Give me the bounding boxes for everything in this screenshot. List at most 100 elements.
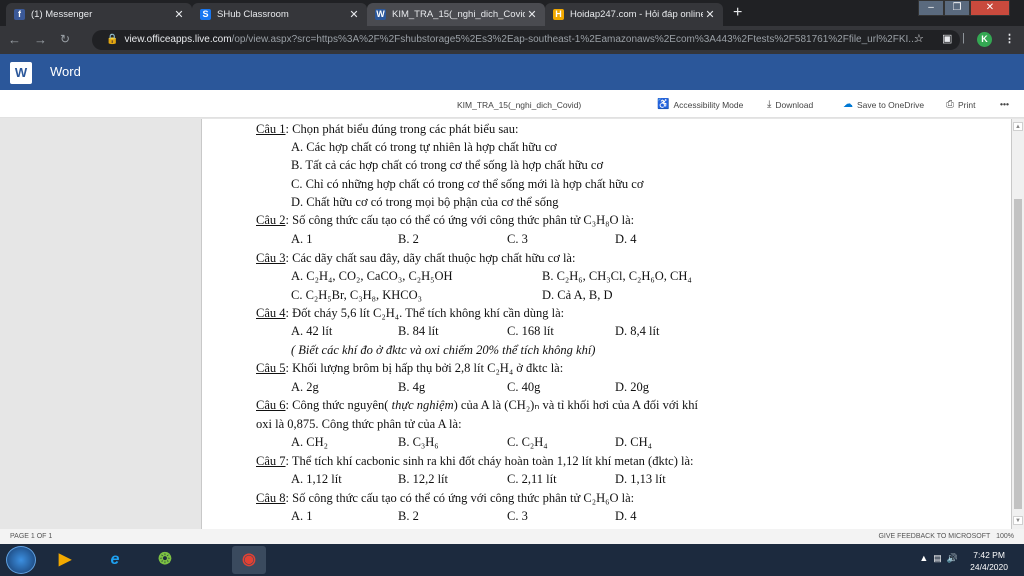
word-header-bar: W Word [0,54,1024,90]
answer-option: C. C₂H₄ [507,435,548,449]
status-bar: PAGE 1 OF 1 GIVE FEEDBACK TO MICROSOFT 1… [0,529,1024,544]
answer-option: A. 1,12 lít [291,472,342,486]
close-tab-icon[interactable]: ✕ [172,8,186,21]
start-button-icon[interactable] [6,546,36,574]
coccoc-icon[interactable]: ❂ [148,546,182,574]
minimize-icon[interactable]: – [918,0,944,16]
word-icon: W [375,9,386,20]
tab-hoidap247[interactable]: H Hoidap247.com - Hỏi đáp online ✕ [545,3,723,26]
chrome-icon[interactable]: ◉ [232,546,266,574]
show-hidden-icons-icon[interactable]: ▲ [919,553,928,563]
document-toolbar: KIM_TRA_15(_nghi_dich_Covid) ♿ Accessibil… [0,90,1024,118]
system-tray: ▲ ▤ 🔊 [919,553,958,564]
printer-icon: ⎙ [946,99,954,110]
back-icon[interactable]: ← [8,32,21,47]
profile-avatar[interactable]: K [977,32,992,47]
question-4-note: ( Biết các khí đo ở đktc và oxi chiếm 20… [291,343,596,357]
windows-taskbar: ▶ e ❂ ◉ ▲ ▤ 🔊 7:42 PM 24/4/2020 [0,544,1024,576]
answer-option: B. 2 [398,509,419,523]
accessibility-icon: ♿ [657,99,670,110]
system-clock[interactable]: 7:42 PM 24/4/2020 [970,549,1008,573]
browser-tab-strip: f (1) Messenger ✕ S SHub Classroom ✕ W K… [0,0,1024,26]
answer-option: D. 8,4 lít [615,324,660,338]
app-name[interactable]: Word [50,64,81,79]
answer-option: C. 3 [507,509,528,523]
answer-option: B. C₂H₆, CH₃Cl, C₂H₆O, CH₄ [542,269,692,283]
close-tab-icon[interactable]: ✕ [703,8,717,21]
scroll-down-icon[interactable]: ▼ [1013,516,1023,525]
status-right: GIVE FEEDBACK TO MICROSOFT 100% [878,533,1014,540]
answer-option: A. 1 [291,232,313,246]
answer-option: D. CH₄ [615,435,652,449]
vertical-scrollbar[interactable]: ▲ ▼ [1012,119,1024,529]
internet-explorer-icon[interactable]: e [98,546,132,574]
address-bar-row: ← → ↻ 🔒 view.officeapps.live.com/op/view.… [0,26,1024,54]
reload-icon[interactable]: ↻ [60,32,70,46]
maximize-icon[interactable]: ❐ [944,0,970,16]
answer-option: D. Chất hữu cơ có trong mọi bộ phận của … [291,195,559,209]
close-window-icon[interactable]: ✕ [970,0,1010,16]
bookmark-star-icon[interactable]: ☆ [914,32,924,45]
close-tab-icon[interactable]: ✕ [347,8,361,21]
question-2: Câu 2: Số công thức cấu tạo có thể có ứn… [256,213,635,227]
download-button[interactable]: ⤓ Download [767,99,813,110]
lock-icon: 🔒 [106,34,119,45]
print-button[interactable]: ⎙ Print [946,99,975,110]
zoom-level[interactable]: 100% [996,533,1014,540]
document-file-name: KIM_TRA_15(_nghi_dich_Covid) [457,100,582,110]
answer-option: D. 4 [615,232,637,246]
menu-kebab-icon[interactable]: ⋮ [1004,32,1015,45]
question-8: Câu 8: Số công thức cấu tạo có thể có ứn… [256,491,635,505]
scroll-up-icon[interactable]: ▲ [1013,122,1023,131]
window-controls: – ❐ ✕ [918,0,1010,16]
word-logo-icon[interactable]: W [10,62,32,84]
facebook-icon: f [14,9,25,20]
answer-option: C. 2,11 lít [507,472,557,486]
answer-option: D. Cả A, B, D [542,288,613,302]
document-viewport[interactable]: Câu 1: Chọn phát biểu đúng trong các phá… [0,119,1024,529]
answer-option: A. 1 [291,509,313,523]
question-4: Câu 4: Đốt cháy 5,6 lít C₂H₄. Thể tích k… [256,306,565,320]
shub-icon: S [200,9,211,20]
answer-option: B. 4g [398,380,426,394]
tab-shub[interactable]: S SHub Classroom ✕ [192,3,367,26]
hoidap-icon: H [553,9,564,20]
answer-option: B. Tất cả các hợp chất có trong cơ thể s… [291,158,604,172]
tab-messenger[interactable]: f (1) Messenger ✕ [6,3,192,26]
new-tab-icon[interactable]: + [733,4,742,22]
answer-option: C. C₂H₅Br, C₃H₈, KHCO₃ [291,288,423,302]
answer-option: C. 3 [507,232,528,246]
volume-icon[interactable]: 🔊 [947,553,958,563]
forward-icon[interactable]: → [34,32,47,47]
answer-option: A. 2g [291,380,319,394]
answer-option: A. Các hợp chất có trong tự nhiên là hợp… [291,140,557,154]
answer-option: A. CH₂ [291,435,328,449]
close-tab-icon[interactable]: ✕ [525,8,539,21]
save-to-onedrive-button[interactable]: ☁ Save to OneDrive [843,99,924,110]
page-count: PAGE 1 OF 1 [10,533,53,540]
url-input[interactable]: 🔒 view.officeapps.live.com/op/view.aspx?s… [92,30,960,50]
media-player-icon[interactable]: ▶ [48,546,82,574]
question-1: Câu 1: Chọn phát biểu đúng trong các phá… [256,122,519,136]
accessibility-mode-button[interactable]: ♿ Accessibility Mode [657,99,743,110]
tab-word-document[interactable]: W KIM_TRA_15(_nghi_dich_Covid).d ✕ [367,3,545,26]
answer-option: A. C₂H₄, CO₂, CaCO₃, C₂H₅OH [291,269,453,283]
scroll-thumb[interactable] [1014,199,1022,509]
answer-option: B. 12,2 lít [398,472,449,486]
download-icon: ⤓ [767,99,772,110]
question-7: Câu 7: Thể tích khí cacbonic sinh ra khi… [256,454,694,468]
answer-option: C. 40g [507,380,541,394]
answer-option: D. 4 [615,509,637,523]
question-6-continued: oxi là 0,875. Công thức phân tử của A là… [256,417,462,431]
separator: | [962,32,965,44]
document-page: Câu 1: Chọn phát biểu đúng trong các phá… [201,119,1012,529]
answer-option: B. C₃H₆ [398,435,439,449]
extension-icon[interactable]: ▣ [942,32,952,45]
network-icon[interactable]: ▤ [933,553,942,563]
question-6: Câu 6: Công thức nguyên( thực nghiệm) củ… [256,398,699,412]
answer-option: C. Chỉ có những hợp chất có trong cơ thể… [291,177,644,191]
question-3: Câu 3: Các dãy chất sau đây, dãy chất th… [256,251,576,265]
feedback-link[interactable]: GIVE FEEDBACK TO MICROSOFT [878,533,990,540]
more-options-button[interactable]: ••• [1000,99,1009,109]
question-5: Câu 5: Khối lượng brôm bị hấp thụ bởi 2,… [256,361,564,375]
